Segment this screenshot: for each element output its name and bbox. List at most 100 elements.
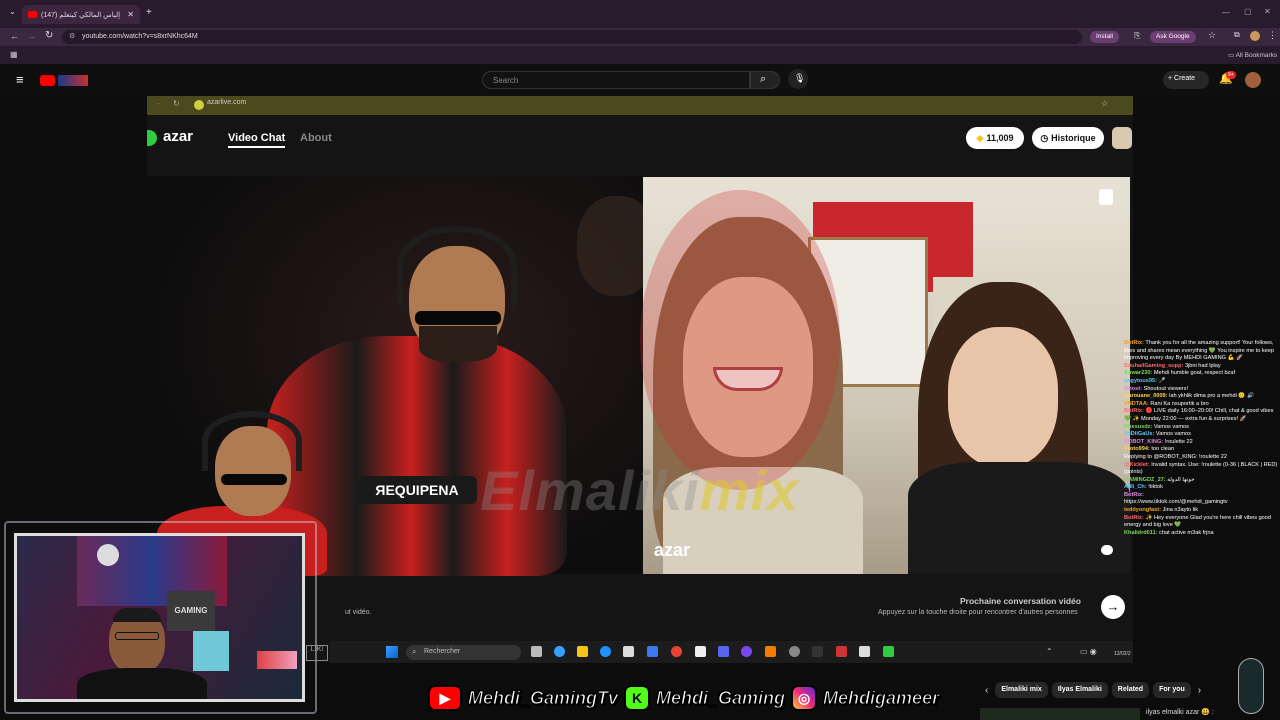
forward-icon[interactable]: → xyxy=(27,31,36,41)
chat-username[interactable]: SouhailGaming_supp: xyxy=(1124,363,1183,369)
browser-tab[interactable]: (147) إلياس المالكي كيتعلم ✕ xyxy=(22,5,140,24)
bookmarks-bar: ▦ ▭ All Bookmarks xyxy=(0,46,1280,64)
menu-kebab-icon[interactable]: ⋮ xyxy=(1268,30,1277,41)
azar-profile-icon xyxy=(1112,127,1132,149)
close-window-icon[interactable]: ✕ xyxy=(1264,7,1271,16)
chat-username[interactable]: Khalidrd011: xyxy=(1124,530,1158,536)
recommended-video-title[interactable]: ilyas elmalki azar 😃 : xyxy=(1146,708,1214,716)
chat-text: Mehdi humble goat, respect bzaf xyxy=(1153,370,1236,377)
chat-message: BotRix: xyxy=(1124,492,1280,500)
chip-for-you[interactable]: For you xyxy=(1153,682,1191,698)
chat-message: teddyongfast: Jina n3ayto lik xyxy=(1124,507,1280,515)
ask-google-button[interactable]: Ask Google xyxy=(1150,31,1196,43)
chip-related[interactable]: Related xyxy=(1111,682,1150,698)
chat-message: Replying to @ROBOT_KING: !roulette 22 xyxy=(1124,454,1280,462)
tab-list-icon[interactable]: ⌄ xyxy=(9,7,16,16)
close-tab-icon[interactable]: ✕ xyxy=(127,10,134,19)
capture-icon xyxy=(695,646,706,657)
chat-text: https://www.tiktok.com/@mehdi_gamingtv xyxy=(1124,499,1228,506)
taskbar-search-placeholder: Rechercher xyxy=(424,648,461,655)
chat-text: ✨ Hey everyone Glad you're here chill vi… xyxy=(1124,514,1272,529)
user-avatar[interactable] xyxy=(1245,72,1261,88)
hamburger-menu-icon[interactable]: ≡ xyxy=(16,72,24,87)
chat-username[interactable]: ROBOT_KING: xyxy=(1124,439,1163,445)
chat-username[interactable]: Proto994: xyxy=(1124,446,1150,452)
chat-text: Vamos vamos xyxy=(1153,423,1189,430)
chat-username[interactable]: VNDTAA: xyxy=(1124,401,1149,407)
chips-right-arrow-icon[interactable]: › xyxy=(1195,685,1204,696)
chat-username[interactable]: BotRix: xyxy=(1124,340,1144,346)
chat-text: خوتها الدولة xyxy=(1167,476,1195,483)
chat-message: BotRix: 🔴 LIVE daily 16:00–20:00! Chill,… xyxy=(1124,408,1280,423)
url-field[interactable]: ⚙ youtube.com/watch?v=s8xrNKhc64M xyxy=(62,30,1082,44)
youtube-doodle-logo[interactable] xyxy=(58,75,88,86)
historique-label: Historique xyxy=(1051,133,1096,143)
live-chat: BotRix: Thank you for all the amazing su… xyxy=(1124,340,1280,630)
chat-username[interactable]: @Kicklet: xyxy=(1124,462,1150,468)
install-button[interactable]: Install xyxy=(1090,31,1119,43)
all-bookmarks-label: All Bookmarks xyxy=(1235,52,1278,59)
search-button[interactable]: ⌕ xyxy=(750,71,780,89)
nav-video-chat: Video Chat xyxy=(228,132,286,148)
chat-username[interactable]: angytous95: xyxy=(1124,378,1157,384)
maximize-icon[interactable]: ▢ xyxy=(1244,7,1252,16)
voice-search-button[interactable]: 🎙 xyxy=(788,69,808,89)
extensions-icon[interactable]: ⧉ xyxy=(1234,30,1240,40)
chat-username[interactable]: GAMINGDZ_27: xyxy=(1124,477,1166,483)
chat-text: 🎤 xyxy=(1158,377,1166,384)
chat-username[interactable]: YoDiiGaUs: xyxy=(1124,431,1154,437)
microphone-icon: 🎙 xyxy=(794,73,806,83)
chat-username[interactable]: Khesusdz: xyxy=(1124,424,1152,430)
youtube-favicon-icon xyxy=(28,11,37,18)
webcam-person-shirt xyxy=(77,668,207,699)
chip-elmaliki-mix[interactable]: Elmaliki mix xyxy=(995,682,1048,698)
profile-avatar[interactable] xyxy=(1250,31,1260,41)
bookmark-star-icon[interactable]: ☆ xyxy=(1208,30,1216,41)
taskbar-date: 13/02/2 xyxy=(1114,651,1131,657)
youtube-logo-icon[interactable] xyxy=(40,75,55,86)
translate-icon[interactable]: ⎘ xyxy=(1134,31,1140,41)
chip-ilyas-elmaliki[interactable]: Ilyas Elmaliki xyxy=(1051,682,1108,698)
all-bookmarks[interactable]: ▭ All Bookmarks xyxy=(1228,51,1277,59)
minimize-icon[interactable]: — xyxy=(1222,8,1230,17)
taskbar-search: ⌕ Rechercher xyxy=(406,645,521,660)
store-icon xyxy=(623,646,634,657)
chat-text: Vamos vamos xyxy=(1155,431,1191,438)
reload-icon[interactable]: ↻ xyxy=(45,30,53,41)
chat-username[interactable]: Alili_Ch: xyxy=(1124,484,1147,490)
chips-left-arrow-icon[interactable]: ‹ xyxy=(982,685,991,696)
chat-message: angytous95: 🎤 xyxy=(1124,378,1280,386)
ask-google-label: Ask Google xyxy=(1156,33,1190,40)
chat-message: YoDiiGaUs: Vamos vamos xyxy=(1124,431,1280,439)
chat-message: https://www.tiktok.com/@mehdi_gamingtv xyxy=(1124,499,1280,507)
chat-username[interactable]: BotRix: xyxy=(1124,408,1144,414)
new-tab-icon[interactable]: + xyxy=(146,7,152,18)
app-icon xyxy=(647,646,658,657)
chat-username[interactable]: BotRix: xyxy=(1124,492,1144,498)
chrome-icon xyxy=(671,646,682,657)
social-banner: ▶ Mehdi_GamingTv K Mehdi_Gaming ◎ Mehdig… xyxy=(428,680,940,716)
windows-start-icon xyxy=(386,646,398,658)
chat-username[interactable]: BotRix: xyxy=(1124,515,1144,521)
logo-overlay xyxy=(640,190,840,490)
search-placeholder: Search xyxy=(493,76,519,85)
video-thumbnail[interactable] xyxy=(980,708,1140,720)
jersey-sponsor: ЯEQUIPENA xyxy=(357,476,477,504)
apps-grid-icon[interactable]: ▦ xyxy=(10,50,18,59)
chat-username[interactable]: Ghost: xyxy=(1124,386,1142,392)
history-icon: ◷ xyxy=(1040,132,1049,143)
back-icon[interactable]: ← xyxy=(10,31,19,41)
chat-username[interactable]: Anwar230: xyxy=(1124,370,1152,376)
chat-username[interactable]: teddyongfast: xyxy=(1124,507,1161,513)
search-icon: ⌕ xyxy=(760,73,767,85)
site-info-icon[interactable]: ⚙ xyxy=(69,32,75,40)
search-input[interactable]: Search xyxy=(482,71,750,89)
chat-username[interactable]: warouane_0009: xyxy=(1124,393,1168,399)
chat-message: BotRix: Thank you for all the amazing su… xyxy=(1124,340,1280,363)
webcam-person-hair xyxy=(113,608,161,622)
coins-value: 11,009 xyxy=(986,133,1014,143)
gem-icon: ◆ xyxy=(976,132,984,143)
create-button[interactable]: + Create xyxy=(1163,71,1209,89)
chat-text: Jina n3ayto lik xyxy=(1162,507,1198,514)
address-bar: ← → ↻ ⚙ youtube.com/watch?v=s8xrNKhc64M … xyxy=(0,28,1280,46)
